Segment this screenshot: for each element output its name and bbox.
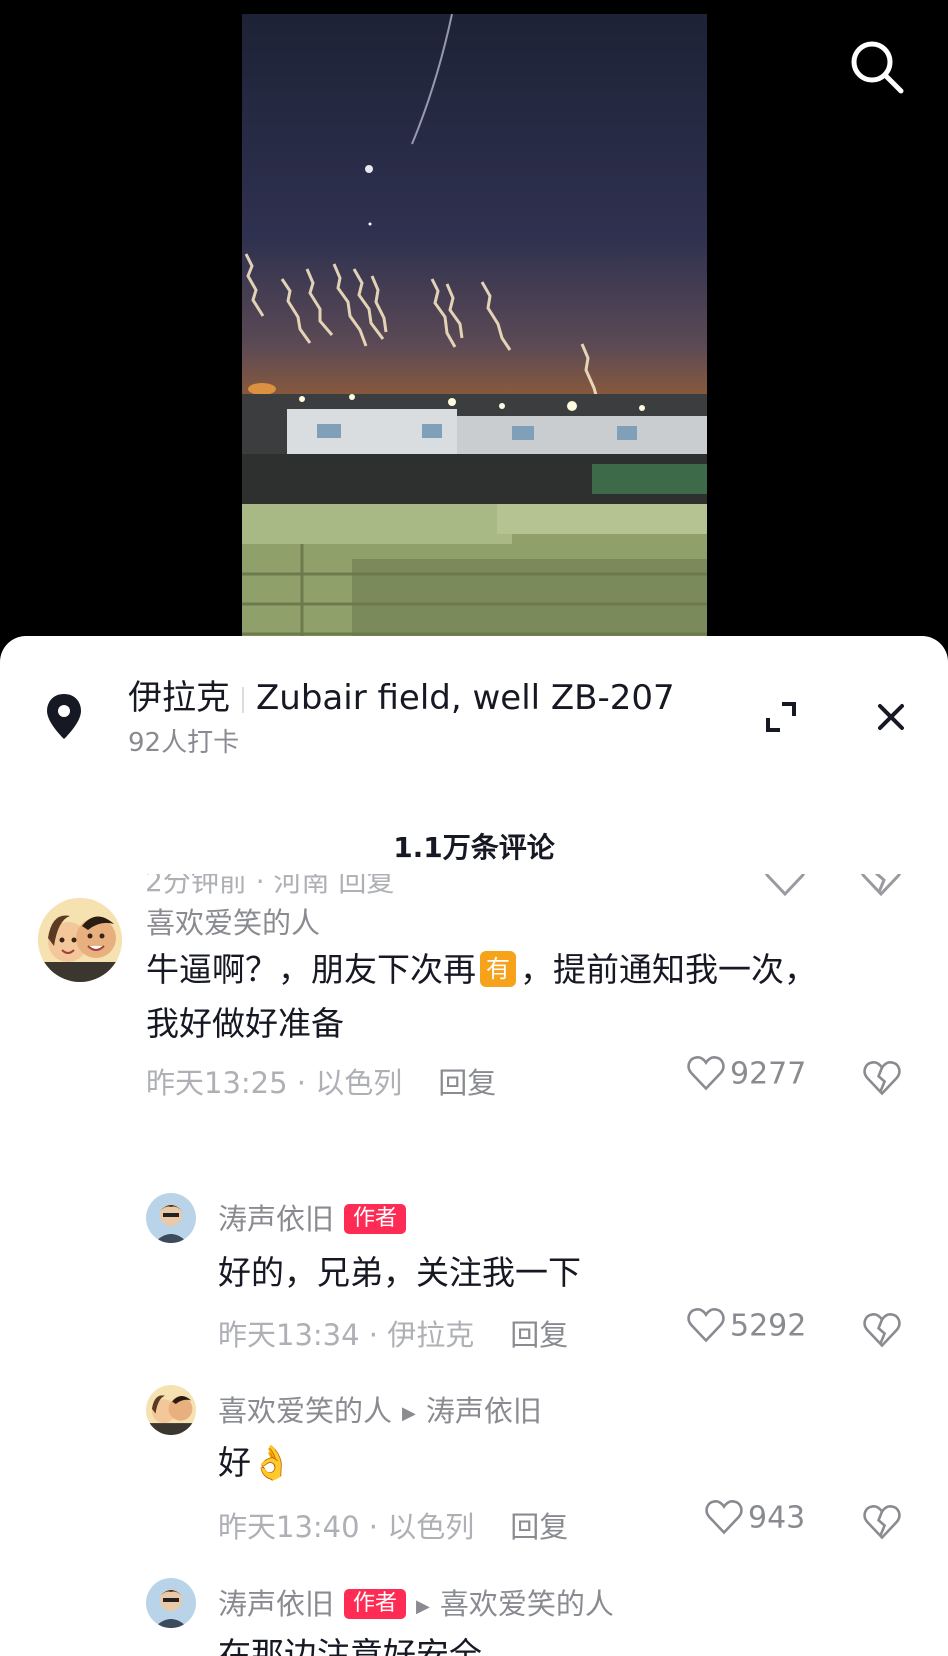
heart-icon [687, 1056, 725, 1091]
reply-text: 好的，兄弟，关注我一下 [218, 1253, 581, 1292]
expand-icon [766, 702, 796, 732]
video-frame[interactable] [242, 14, 707, 654]
reply-to-username: 喜欢爱笑的人 [439, 1587, 614, 1621]
like-button[interactable]: 5292 [686, 1308, 806, 1352]
checkin-count: 92人打卡 [128, 728, 240, 758]
avatar[interactable] [146, 1385, 196, 1435]
location-place: Zubair field, well ZB-207 [256, 678, 675, 718]
previous-comment-meta: 2分钟前 · 河南 回复 [145, 874, 395, 898]
location-title[interactable]: 伊拉克 Zubair field, well ZB-207 [128, 670, 675, 719]
location-country: 伊拉克 [128, 678, 230, 718]
comment-count-title: 1.1万条评论 [393, 831, 555, 864]
search-icon [851, 41, 904, 94]
reply-text: 好👌 [218, 1443, 293, 1482]
reply-button[interactable]: 回复 [510, 1318, 568, 1352]
reply-arrow-icon: ▶ [402, 1402, 416, 1424]
reply-arrow-icon: ▶ [416, 1595, 430, 1617]
reply-to-username: 涛声依旧 [425, 1394, 542, 1428]
reply-meta: 昨天13:40 · 以色列 回复 [218, 1510, 569, 1544]
broken-heart-icon[interactable] [858, 874, 904, 896]
close-button[interactable] [870, 696, 912, 738]
video-player[interactable] [0, 0, 948, 660]
heart-icon[interactable] [762, 874, 808, 896]
broken-heart-icon [863, 1061, 901, 1096]
dislike-button[interactable] [862, 1311, 902, 1351]
dislike-button[interactable] [862, 1059, 902, 1099]
avatar[interactable] [146, 1578, 196, 1628]
comment-meta: 昨天13:25 · 以色列 回复 [146, 1066, 497, 1100]
broken-heart-icon [863, 1505, 901, 1540]
location-pin-icon [44, 692, 84, 742]
emote-sticker-icon: 有 [480, 950, 516, 987]
like-count: 5292 [730, 1308, 807, 1344]
close-icon [878, 704, 904, 730]
dislike-button[interactable] [862, 1503, 902, 1543]
reply-button[interactable]: 回复 [510, 1510, 568, 1544]
reply-meta: 昨天13:34 · 伊拉克 回复 [218, 1318, 569, 1352]
reply-button[interactable]: 回复 [438, 1066, 496, 1100]
comment-username[interactable]: 喜欢爱笑的人 [146, 900, 320, 942]
author-badge: 作者 [344, 1204, 407, 1234]
avatar[interactable] [146, 1193, 196, 1243]
like-count: 943 [748, 1500, 806, 1536]
heart-icon [705, 1500, 743, 1535]
author-badge: 作者 [344, 1589, 407, 1619]
broken-heart-icon [863, 1313, 901, 1348]
like-button[interactable]: 943 [704, 1500, 805, 1544]
expand-button[interactable] [760, 696, 802, 738]
comment-text: 牛逼啊？，朋友下次再有，提前通知我一次， 我好做好准备 [146, 950, 817, 1043]
heart-icon [687, 1308, 725, 1343]
reply-username[interactable]: 涛声依旧 作者 ▶ 喜欢爱笑的人 [218, 1581, 614, 1623]
comment-sheet: 伊拉克 Zubair field, well ZB-207 92人打卡 1.1万条… [0, 636, 948, 1656]
avatar[interactable] [38, 898, 122, 982]
video-scene-image [242, 14, 707, 654]
like-button[interactable]: 9277 [686, 1056, 806, 1100]
reply-text: 在那边注意好安全 [218, 1635, 482, 1656]
reply-username[interactable]: 喜欢爱笑的人 ▶ 涛声依旧 [218, 1388, 542, 1430]
search-button[interactable] [846, 36, 908, 98]
location-divider [242, 686, 244, 713]
like-count: 9277 [730, 1056, 807, 1092]
reply-username[interactable]: 涛声依旧 作者 [218, 1196, 407, 1238]
